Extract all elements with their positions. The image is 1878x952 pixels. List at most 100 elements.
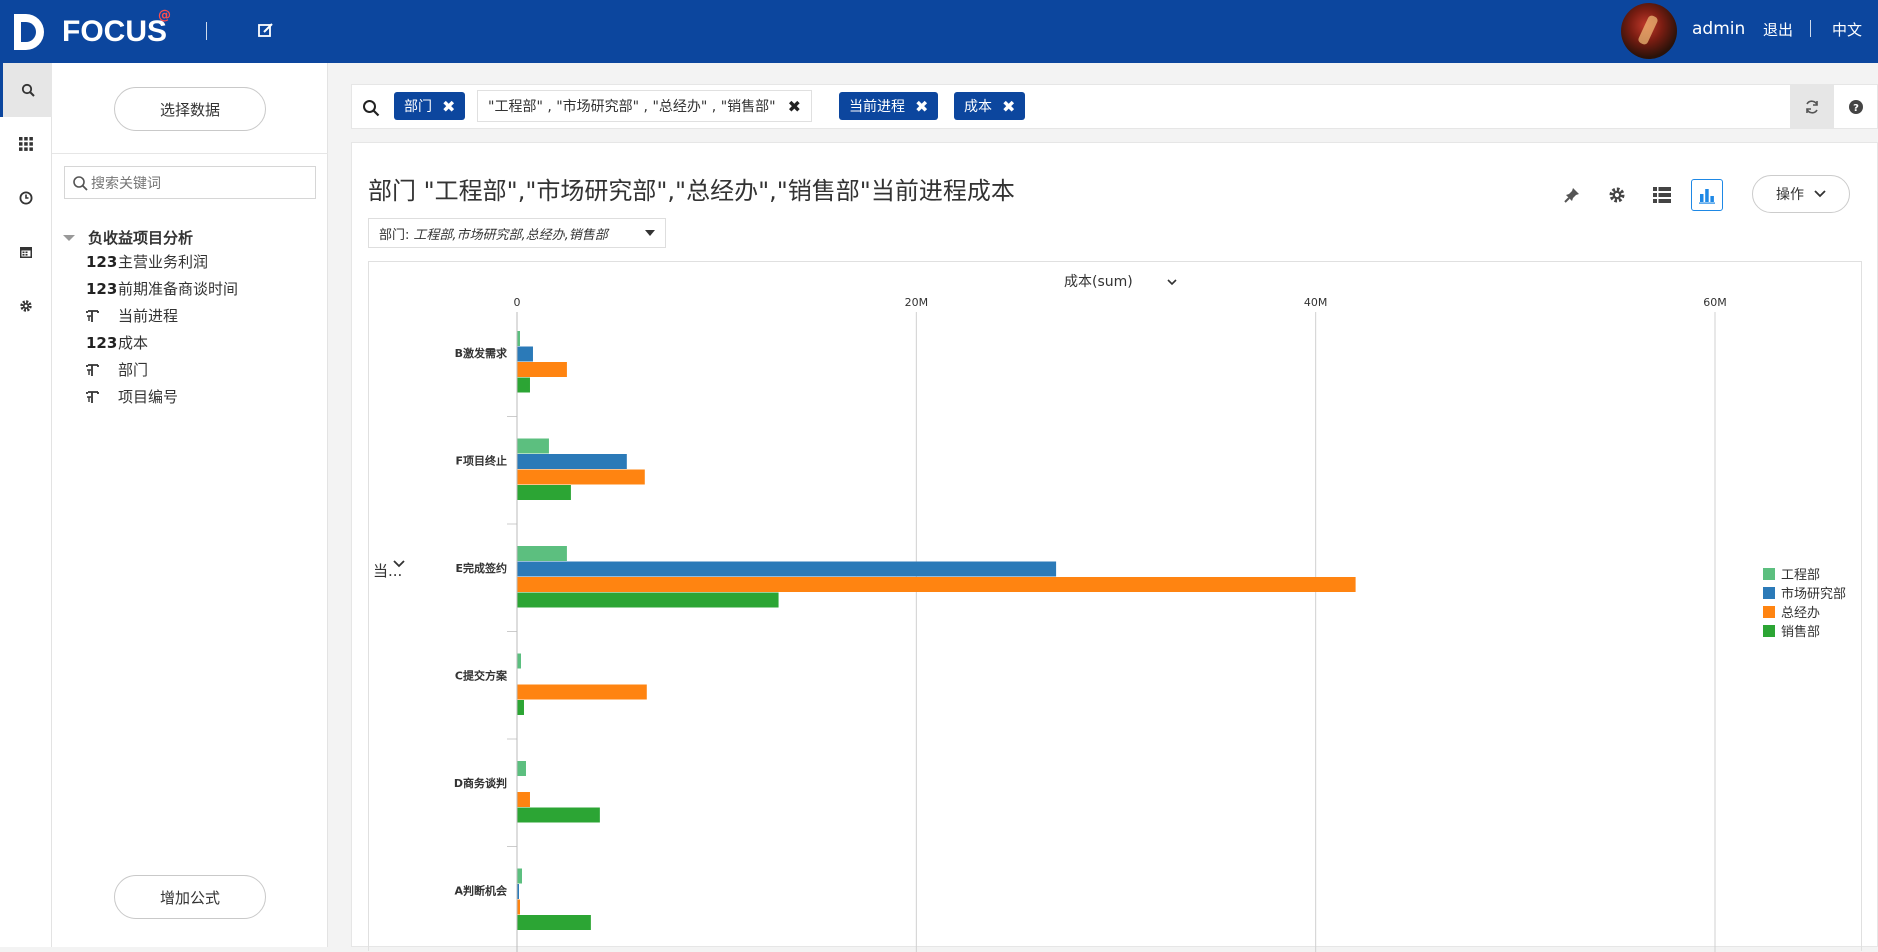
legend-item[interactable]: 销售部 [1763, 621, 1846, 640]
filter-chip[interactable]: 当前进程 ✖ [839, 92, 939, 120]
refresh-icon [1806, 99, 1818, 114]
pin-icon [1564, 188, 1579, 203]
divider [52, 153, 328, 154]
chart-view-button[interactable] [1691, 179, 1723, 211]
field-item[interactable]: 项目编号 [86, 386, 178, 407]
filter-label: 部门: [379, 227, 410, 243]
bar-总经办 [517, 469, 645, 485]
field-item[interactable]: 123 主营业务利润 [86, 251, 208, 272]
field-item[interactable]: 部门 [86, 359, 148, 380]
bar-总经办 [517, 362, 567, 377]
field-item[interactable]: 123 前期准备商谈时间 [86, 278, 238, 299]
legend-swatch [1763, 567, 1775, 580]
edit-icon[interactable] [256, 20, 276, 40]
y-tick-label: A判断机会 [454, 884, 508, 898]
field-label: 前期准备商谈时间 [118, 280, 239, 298]
help-icon: ? [1849, 99, 1863, 114]
add-formula-button[interactable]: 增加公式 [114, 875, 266, 919]
x-tick-label: 40M [1304, 296, 1328, 309]
legend-swatch [1763, 586, 1775, 599]
x-tick-label: 60M [1703, 296, 1727, 309]
chip-label: 部门 [404, 99, 432, 115]
search-icon [73, 176, 88, 191]
legend-label: 总经办 [1781, 606, 1821, 621]
refresh-button[interactable] [1790, 85, 1834, 128]
settings-button[interactable] [1601, 179, 1633, 211]
nav-apps[interactable] [0, 117, 52, 171]
close-icon[interactable]: ✖ [442, 97, 455, 116]
page-title: 部门 "工程部","市场研究部","总经办","销售部"当前进程成本 [368, 177, 1015, 205]
keyword-search[interactable] [64, 166, 316, 199]
user-name[interactable]: admin [1692, 19, 1745, 39]
bar-工程部 [517, 546, 567, 561]
list-icon [1653, 187, 1671, 203]
clock-icon [19, 191, 33, 205]
nav-history[interactable] [0, 171, 52, 225]
tree-root[interactable]: 负收益项目分析 [62, 227, 193, 248]
tree-root-label: 负收益项目分析 [88, 229, 194, 247]
language-switch[interactable]: 中文 [1832, 19, 1862, 40]
nav-calendar[interactable] [0, 225, 52, 279]
legend-item[interactable]: 工程部 [1763, 564, 1846, 583]
bar-总经办 [517, 792, 530, 807]
field-label: 项目编号 [118, 388, 179, 406]
calendar-icon [20, 247, 32, 258]
logo-text: FOCUS [62, 15, 167, 48]
top-divider [1810, 20, 1811, 37]
logout-link[interactable]: 退出 [1763, 19, 1793, 40]
bar-销售部 [517, 485, 571, 500]
logo-at: @ [158, 8, 171, 23]
x-tick-label: 0 [514, 296, 521, 309]
close-icon[interactable]: ✖ [1002, 97, 1015, 116]
legend-item[interactable]: 市场研究部 [1763, 583, 1846, 602]
bar-市场研究部 [517, 454, 627, 469]
operate-label: 操作 [1776, 187, 1804, 203]
pin-button[interactable] [1556, 179, 1588, 211]
data-panel: 选择数据 负收益项目分析 123主营业务利润 123前期准备商谈时间 当前进程 … [52, 63, 328, 947]
nav-settings[interactable] [0, 279, 52, 333]
legend-swatch [1763, 605, 1775, 618]
help-button[interactable]: ? [1834, 85, 1878, 128]
bar-工程部 [517, 761, 526, 776]
bar-销售部 [517, 377, 530, 393]
close-icon[interactable]: ✖ [788, 97, 801, 116]
logo[interactable]: FOCUS @ [12, 8, 171, 54]
department-filter-dropdown[interactable]: 部门: 工程部,市场研究部,总经办,销售部 [368, 218, 666, 248]
y-tick-label: C提交方案 [455, 669, 508, 683]
number-type-icon: 123 [86, 252, 118, 271]
field-item[interactable]: 123 成本 [86, 332, 148, 353]
chart-legend: 工程部市场研究部总经办销售部 [1763, 564, 1846, 640]
caret-down-icon [63, 234, 75, 241]
close-icon[interactable]: ✖ [915, 97, 928, 116]
operate-dropdown[interactable]: 操作 [1752, 175, 1850, 213]
bar-市场研究部 [517, 561, 1057, 577]
bar-工程部 [517, 653, 521, 669]
filter-chip-values[interactable]: "工程部" , "市场研究部" , "总经办" , "销售部" ✖ [477, 90, 812, 122]
legend-item[interactable]: 总经办 [1763, 602, 1846, 621]
search-filter-bar[interactable]: 部门 ✖ "工程部" , "市场研究部" , "总经办" , "销售部" ✖ 当前进… [351, 84, 1878, 129]
grid-icon [19, 137, 33, 151]
chip-label: "工程部" , "市场研究部" , "总经办" , "销售部" [488, 99, 776, 115]
search-icon [363, 100, 380, 117]
filter-chip[interactable]: 成本 ✖ [954, 92, 1026, 120]
table-view-button[interactable] [1646, 179, 1678, 211]
chevron-down-icon [1814, 190, 1826, 198]
select-data-button[interactable]: 选择数据 [114, 87, 266, 131]
y-tick-label: F项目终止 [455, 454, 507, 468]
gear-icon [20, 300, 32, 312]
bar-总经办 [517, 577, 1356, 592]
gear-icon [1609, 187, 1625, 203]
avatar[interactable] [1621, 3, 1677, 59]
chart-area: 当... 成本(sum) 0 20M 40M 60M B激发需求 F项目终止 E完成签约 C提交… [368, 261, 1862, 952]
text-type-icon [86, 308, 118, 324]
bar-工程部 [517, 868, 522, 884]
keyword-search-input[interactable] [91, 173, 311, 193]
bar-工程部 [517, 438, 549, 454]
number-type-icon: 123 [86, 279, 118, 298]
nav-search[interactable] [0, 63, 52, 117]
legend-label: 销售部 [1781, 625, 1821, 640]
filter-chip[interactable]: 部门 ✖ [394, 92, 466, 120]
search-icon [21, 83, 35, 97]
field-item[interactable]: 当前进程 [86, 305, 178, 326]
legend-label: 市场研究部 [1781, 587, 1847, 602]
